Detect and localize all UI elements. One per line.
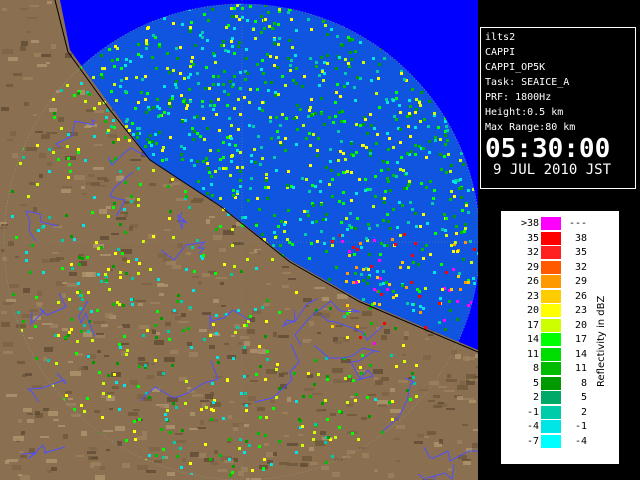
legend-low-value: >38 [520,218,539,229]
legend-color-swatch [541,376,561,390]
radar-info-panel: ilts2 CAPPI CAPPI_OP5K Task: SEAICE_A PR… [480,27,636,189]
legend-high-value: 8 [580,377,587,389]
legend-color-swatch [541,304,561,317]
legend-low-value: -4 [526,421,539,432]
legend-high-value: 26 [574,290,587,302]
legend-low-value: 26 [526,276,539,287]
legend-high-value: 17 [574,334,587,345]
legend-color-swatch [541,289,561,303]
legend-low-value: 8 [532,363,539,374]
legend-color-swatch [541,333,561,346]
legend-low-value: 2 [532,392,539,403]
legend-row: -7 -4 [501,434,596,448]
legend-low-value: 32 [526,247,539,258]
legend-color-swatch [541,420,561,433]
legend-row: 25 [501,391,596,404]
max-range-value: Max Range:80 km [485,122,576,133]
legend-row: 20 23 [501,304,596,317]
legend-low-value: 11 [526,348,539,360]
legend-low-value: 29 [526,261,539,273]
legend-row: 58 [501,376,596,390]
legend-low-value: 5 [532,377,539,389]
legend-color-swatch [541,434,561,448]
legend-row: -4 -1 [501,420,596,433]
legend-color-swatch [541,275,561,288]
legend-low-value: 17 [526,319,539,331]
legend-high-value: -1 [574,421,587,432]
legend-high-value: 29 [574,276,587,287]
legend-color-swatch [541,260,561,274]
legend-high-value: --- [568,218,587,229]
legend-row: 14 17 [501,333,596,346]
reflectivity-legend: >38 --- 35 38 32 35 29 32 26 29 23 26 20 23 17 20 14 17 11… [500,210,620,465]
legend-low-value: -1 [526,406,539,418]
legend-color-swatch [541,246,561,259]
legend-color-swatch [541,391,561,404]
legend-high-value: 32 [574,261,587,273]
legend-color-swatch [541,347,561,361]
legend-color-swatch [541,362,561,375]
legend-color-swatch [541,405,561,419]
legend-row: 23 26 [501,289,596,303]
legend-high-value: 23 [574,305,587,316]
radar-name: ilts2 [485,32,516,43]
legend-row: 35 38 [501,231,596,245]
legend-row: >38 --- [501,217,596,230]
task-name: Task: SEAICE_A [485,77,570,88]
legend-color-swatch [541,318,561,332]
prf-value: PRF: 1800Hz [485,92,552,103]
legend-high-value: 2 [580,406,587,418]
legend-row: -1 2 [501,405,596,419]
legend-color-swatch [541,231,561,245]
legend-color-swatch [541,217,561,230]
legend-row: 29 32 [501,260,596,274]
legend-high-value: -4 [574,435,587,447]
legend-high-value: 5 [580,392,587,403]
legend-row: 26 29 [501,275,596,288]
observation-date: 9 JUL 2010 JST [493,162,612,178]
legend-unit-label: Reflectivity in dBZ [596,295,607,387]
legend-row: 32 35 [501,246,596,259]
height-value: Height:0.5 km [485,107,564,118]
legend-low-value: -7 [526,435,539,447]
legend-high-value: 35 [574,247,587,258]
legend-high-value: 14 [574,348,587,360]
legend-high-value: 38 [574,232,587,244]
legend-row: 11 14 [501,347,596,361]
legend-low-value: 20 [526,305,539,316]
observation-time: 05:30:00 [485,134,611,164]
legend-high-value: 20 [574,319,587,331]
product-code: CAPPI_OP5K [485,62,546,73]
radar-map [0,0,478,480]
legend-low-value: 23 [526,290,539,302]
legend-row: 8 11 [501,362,596,375]
product-name: CAPPI [485,47,516,58]
legend-low-value: 35 [526,232,539,244]
legend-low-value: 14 [526,334,539,345]
legend-row: 17 20 [501,318,596,332]
legend-high-value: 11 [574,363,587,374]
